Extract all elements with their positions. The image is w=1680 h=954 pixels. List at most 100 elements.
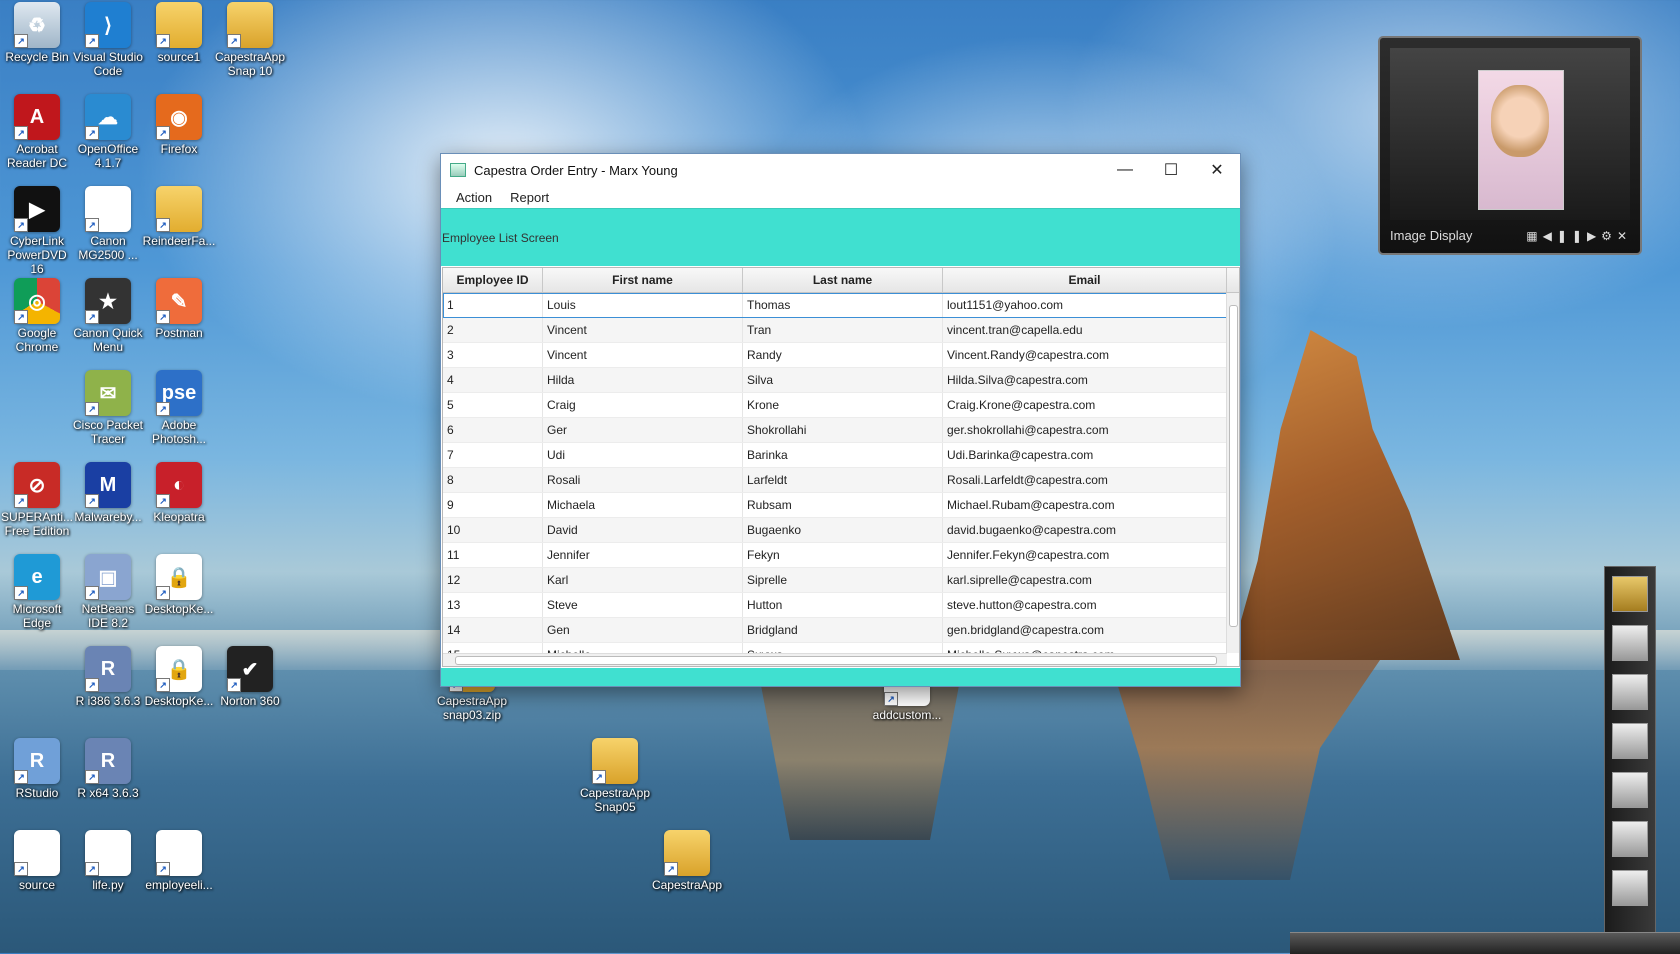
table-cell: 11: [443, 543, 543, 567]
shortcut-arrow-icon: ↗: [14, 862, 28, 876]
table-row[interactable]: 13 Steve Hutton steve.hutton@capestra.com: [443, 593, 1239, 618]
table-cell: Udi.Barinka@capestra.com: [943, 443, 1227, 467]
desktop-icon[interactable]: M ↗ Malwareby...: [71, 462, 145, 524]
desktop-icon[interactable]: 🔒 ↗ DesktopKe...: [142, 554, 216, 616]
table-cell: 1: [443, 293, 543, 317]
vertical-scrollbar[interactable]: [1226, 293, 1239, 653]
table-row[interactable]: 11 Jennifer Fekyn Jennifer.Fekyn@capestra.c…: [443, 543, 1239, 568]
table-row[interactable]: 3 Vincent Randy Vincent.Randy@capestra.com: [443, 343, 1239, 368]
photo-album-icon[interactable]: [1612, 723, 1648, 759]
col-last-name[interactable]: Last name: [743, 268, 943, 292]
table-row[interactable]: 5 Craig Krone Craig.Krone@capestra.com: [443, 393, 1239, 418]
desktop-icon[interactable]: ↗ life.py: [71, 830, 145, 892]
desktop-icon[interactable]: ↗ source: [0, 830, 74, 892]
table-row[interactable]: 4 Hilda Silva Hilda.Silva@capestra.com: [443, 368, 1239, 393]
desktop-icon[interactable]: R ↗ RStudio: [0, 738, 74, 800]
photo-collage-icon[interactable]: [1612, 674, 1648, 710]
desktop-icon[interactable]: ↗ ReindeerFa...: [142, 186, 216, 248]
table-row[interactable]: 10 David Bugaenko david.bugaenko@capestra.c…: [443, 518, 1239, 543]
desktop-icon-glyph: ◉ ↗: [156, 94, 202, 140]
card-icon[interactable]: [1612, 821, 1648, 857]
table-cell: Jennifer.Fekyn@capestra.com: [943, 543, 1227, 567]
photo-grid-icon[interactable]: [1612, 772, 1648, 808]
desktop-icon[interactable]: ↗ CapestraApp Snap05: [578, 738, 652, 814]
desktop-icon-label: Norton 360: [220, 694, 280, 708]
table-cell: Ger: [543, 418, 743, 442]
menu-report[interactable]: Report: [501, 190, 558, 205]
table-row[interactable]: 9 Michaela Rubsam Michael.Rubam@capestra.co…: [443, 493, 1239, 518]
table-row[interactable]: 14 Gen Bridgland gen.bridgland@capestra.com: [443, 618, 1239, 643]
desktop-icon[interactable]: ↗ CapestraApp: [650, 830, 724, 892]
shortcut-arrow-icon: ↗: [156, 402, 170, 416]
horizontal-scroll-thumb[interactable]: [455, 656, 1217, 665]
horizontal-scrollbar[interactable]: [443, 653, 1227, 666]
desktop-icon[interactable]: ▣ ↗ NetBeans IDE 8.2: [71, 554, 145, 630]
desktop-icon[interactable]: ? ↗ Canon MG2500 ...: [71, 186, 145, 262]
desktop-icon[interactable]: ↗ employeeli...: [142, 830, 216, 892]
desktop-icon[interactable]: ★ ↗ Canon Quick Menu: [71, 278, 145, 354]
table-row[interactable]: 6 Ger Shokrollahi ger.shokrollahi@capestra.…: [443, 418, 1239, 443]
desktop-icon[interactable]: ◐ ↗ Kleopatra: [142, 462, 216, 524]
desktop-icon-label: Kleopatra: [153, 510, 205, 524]
desktop-icon-glyph: ↗: [227, 2, 273, 48]
desktop-icon[interactable]: ⟩ ↗ Visual Studio Code: [71, 2, 145, 78]
table-row[interactable]: 2 Vincent Tran vincent.tran@capella.edu: [443, 318, 1239, 343]
minimize-button[interactable]: —: [1102, 154, 1148, 186]
maximize-button[interactable]: ☐: [1148, 154, 1194, 186]
desktop-icon[interactable]: ✎ ↗ Postman: [142, 278, 216, 340]
menu-bar: Action Report: [441, 186, 1240, 208]
table-row[interactable]: 12 Karl Siprelle karl.siprelle@capestra.com: [443, 568, 1239, 593]
table-row[interactable]: 7 Udi Barinka Udi.Barinka@capestra.com: [443, 443, 1239, 468]
gadget-photo[interactable]: [1478, 70, 1564, 210]
desktop-icon[interactable]: ✔ ↗ Norton 360: [213, 646, 287, 708]
table-cell: Krone: [743, 393, 943, 417]
desktop-icon[interactable]: ☁ ↗ OpenOffice 4.1.7: [71, 94, 145, 170]
desktop-icon-label: Recycle Bin: [5, 50, 69, 64]
desktop-icon[interactable]: R ↗ R x64 3.6.3: [71, 738, 145, 800]
desktop-icon-label: Canon Quick Menu: [73, 326, 143, 354]
gadget-controls[interactable]: ▦◀❚❚▶⚙✕: [1526, 229, 1632, 243]
desktop-icon[interactable]: ◉ ↗ Firefox: [142, 94, 216, 156]
desktop-icon[interactable]: ♻ ↗ Recycle Bin: [0, 2, 74, 64]
window-titlebar[interactable]: Capestra Order Entry - Marx Young — ☐ ✕: [441, 154, 1240, 186]
table-cell: 13: [443, 593, 543, 617]
creative-park-icon[interactable]: [1612, 576, 1648, 612]
table-cell: Hilda.Silva@capestra.com: [943, 368, 1227, 392]
desktop-icon[interactable]: e ↗ Microsoft Edge: [0, 554, 74, 630]
photo-edit-icon[interactable]: [1612, 870, 1648, 906]
desktop-icon[interactable]: pse ↗ Adobe Photosh...: [142, 370, 216, 446]
table-row[interactable]: 1 Louis Thomas lout1151@yahoo.com: [443, 293, 1239, 318]
desktop-icon[interactable]: A ↗ Acrobat Reader DC: [0, 94, 74, 170]
table-row[interactable]: 8 Rosali Larfeldt Rosali.Larfeldt@capestra.…: [443, 468, 1239, 493]
table-cell: ger.shokrollahi@capestra.com: [943, 418, 1227, 442]
desktop-icon[interactable]: R ↗ R i386 3.6.3: [71, 646, 145, 708]
menu-action[interactable]: Action: [447, 190, 501, 205]
col-employee-id[interactable]: Employee ID: [443, 268, 543, 292]
wallpaper-rock: [1230, 330, 1460, 660]
desktop-icon[interactable]: ↗ CapestraApp Snap 10: [213, 2, 287, 78]
table-cell: Hutton: [743, 593, 943, 617]
shortcut-arrow-icon: ↗: [85, 402, 99, 416]
screen-label: Employee List Screen: [442, 230, 559, 245]
desktop-icon-label: ReindeerFa...: [142, 234, 216, 248]
desktop-icon[interactable]: 🔒 ↗ DesktopKe...: [142, 646, 216, 708]
col-email[interactable]: Email: [943, 268, 1227, 292]
desktop-icon-glyph: ↗: [156, 186, 202, 232]
table-cell: Bugaenko: [743, 518, 943, 542]
desktop-icon-glyph: ★ ↗: [85, 278, 131, 324]
col-first-name[interactable]: First name: [543, 268, 743, 292]
desktop-icon[interactable]: ◎ ↗ Google Chrome: [0, 278, 74, 354]
vertical-scroll-thumb[interactable]: [1229, 305, 1238, 627]
desktop-icon[interactable]: ✉ ↗ Cisco Packet Tracer: [71, 370, 145, 446]
desktop-icon-label: CapestraApp Snap 10: [214, 50, 286, 78]
table-cell: steve.hutton@capestra.com: [943, 593, 1227, 617]
printer-icon[interactable]: [1612, 625, 1648, 661]
image-display-gadget[interactable]: Image Display ▦◀❚❚▶⚙✕: [1378, 36, 1642, 255]
close-button[interactable]: ✕: [1194, 154, 1240, 186]
desktop-icon[interactable]: ▶ ↗ CyberLink PowerDVD 16: [0, 186, 74, 276]
desktop-icon[interactable]: ⊘ ↗ SUPERAnti... Free Edition: [0, 462, 74, 538]
employee-table[interactable]: Employee ID First name Last name Email 1…: [442, 267, 1240, 667]
desktop-icon[interactable]: ↗ source1: [142, 2, 216, 64]
table-cell: karl.siprelle@capestra.com: [943, 568, 1227, 592]
table-cell: Thomas: [743, 293, 943, 317]
